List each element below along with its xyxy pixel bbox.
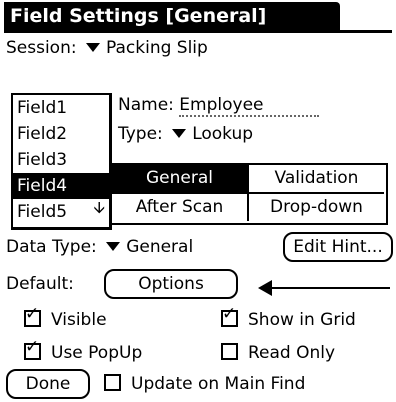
checkbox-icon [104,373,121,391]
visible-checkbox[interactable]: ✓ Visible [24,305,107,330]
pointer-arrow [270,287,390,289]
done-button[interactable]: Done [6,369,90,399]
update-on-main-find-checkbox[interactable]: Update on Main Find [104,373,306,394]
session-picker[interactable]: Packing Slip [82,38,208,58]
checkbox-icon: ✓ [24,305,41,327]
arrow-left-icon [258,280,272,296]
show-in-grid-checkbox[interactable]: ✓ Show in Grid [221,305,356,330]
options-button[interactable]: Options [104,269,238,299]
use-popup-label: Use PopUp [51,343,143,363]
data-type-label: Data Type: [6,237,97,257]
tab-after-scan[interactable]: After Scan [112,194,249,221]
tab-validation[interactable]: Validation [249,165,384,194]
read-only-checkbox[interactable]: Read Only [221,342,336,363]
session-row: Session: Packing Slip [6,38,208,58]
field-list[interactable]: Field1 Field2 Field3 Field4 Field5 🡫 [11,93,112,230]
list-item-field1[interactable]: Field1 [13,95,109,121]
checkbox-icon: ✓ [221,305,238,327]
use-popup-checkbox[interactable]: ✓ Use PopUp [24,338,143,363]
tab-general[interactable]: General [112,165,249,194]
session-value: Packing Slip [106,38,208,58]
triangle-down-icon [172,128,187,138]
data-type-row: Data Type: General [6,237,193,257]
edit-hint-button[interactable]: Edit Hint... [283,232,393,262]
arrow-down-icon[interactable]: 🡫 [94,197,106,224]
type-value: Lookup [192,124,254,144]
type-row: Type: Lookup [118,124,253,144]
type-picker[interactable]: Lookup [168,124,253,144]
title-divider [4,30,392,33]
update-on-main-find-label: Update on Main Find [131,374,306,394]
default-label: Default: [6,274,74,294]
settings-tabs: General Validation After Scan Drop-down [110,163,388,225]
tab-drop-down[interactable]: Drop-down [249,194,384,221]
page-title: Field Settings [General] [4,2,340,30]
name-value: Employee [179,95,264,115]
triangle-down-icon [106,241,121,251]
list-item-field3[interactable]: Field3 [13,147,109,173]
checkbox-icon [221,342,238,360]
type-label: Type: [118,124,163,144]
name-label: Name: [118,95,174,115]
data-type-value: General [126,237,194,257]
show-in-grid-label: Show in Grid [248,310,356,330]
read-only-label: Read Only [248,343,336,363]
session-label: Session: [6,38,77,58]
checkbox-icon: ✓ [24,338,41,360]
triangle-down-icon [86,42,100,52]
name-row: Name: Employee [118,95,320,117]
list-item-field4[interactable]: Field4 [13,173,109,199]
data-type-picker[interactable]: General [102,237,193,257]
name-field[interactable]: Employee [179,95,320,117]
visible-label: Visible [51,310,107,330]
list-item-field2[interactable]: Field2 [13,121,109,147]
